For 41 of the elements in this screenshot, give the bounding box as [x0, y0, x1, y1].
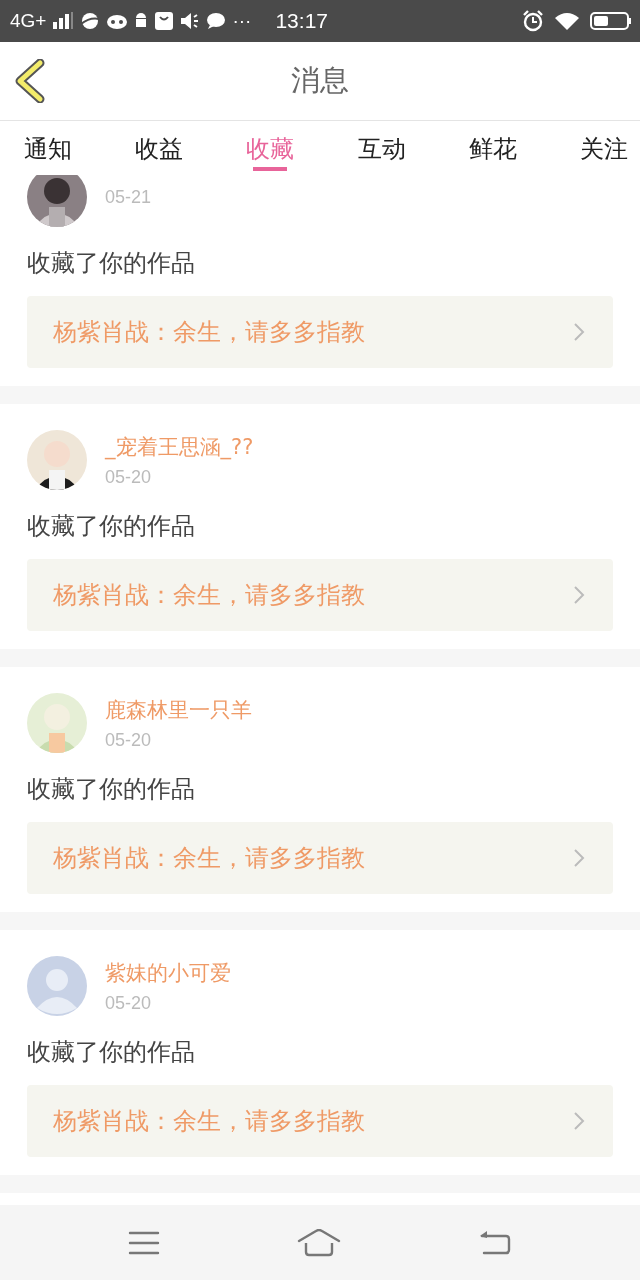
chat-icon	[206, 12, 227, 30]
back-chevron-icon	[14, 59, 46, 103]
action-text: 收藏了你的作品	[27, 774, 196, 805]
more-notifications-label: ···	[232, 10, 252, 32]
message-date: 05-21	[105, 186, 152, 208]
chevron-right-icon	[573, 848, 585, 868]
chevron-right-icon	[573, 1111, 585, 1131]
message-date: 05-20	[105, 729, 153, 751]
category-tab[interactable]: 互动	[357, 121, 406, 175]
category-tab[interactable]: 鲜花	[468, 121, 517, 175]
action-text: 收藏了你的作品	[27, 248, 196, 279]
message-date: 05-20	[105, 466, 153, 488]
default-avatar-icon	[27, 956, 87, 1016]
wifi-icon	[554, 11, 580, 31]
chevron-right-icon	[573, 585, 585, 605]
menu-icon[interactable]	[128, 1230, 161, 1255]
action-text: 收藏了你的作品	[27, 1037, 196, 1068]
planet-icon	[80, 11, 101, 31]
category-tab[interactable]: 通知	[24, 121, 72, 175]
speaker-icon	[180, 12, 201, 30]
page-title: 消息	[291, 62, 349, 99]
chevron-right-icon	[573, 322, 585, 342]
work-link-button[interactable]: 杨紫肖战：余生，请多多指教	[27, 296, 613, 368]
username-link[interactable]: _宠着王思涵_??	[105, 432, 254, 461]
back-button[interactable]	[14, 59, 46, 103]
signal-icon	[52, 12, 75, 30]
work-link-button[interactable]: 杨紫肖战：余生，请多多指教	[27, 822, 613, 894]
battery-icon	[590, 11, 632, 31]
home-icon[interactable]	[297, 1228, 341, 1257]
clock-time: 13:17	[275, 9, 328, 33]
action-text: 收藏了你的作品	[27, 511, 196, 542]
bag-icon	[154, 11, 175, 31]
work-link-button[interactable]: 杨紫肖战：余生，请多多指教	[27, 559, 613, 631]
alarm-icon	[522, 10, 544, 32]
work-link-button[interactable]: 杨紫肖战：余生，请多多指教	[27, 1085, 613, 1157]
username-link[interactable]: 鹿森林里一只羊	[105, 695, 252, 724]
network-label: 4G+	[10, 10, 47, 32]
category-tab[interactable]: 收益	[135, 121, 184, 175]
username-link[interactable]: 紫妹的小可爱	[105, 958, 231, 987]
message-date: 05-20	[105, 992, 153, 1014]
category-tab[interactable]: 关注	[579, 121, 628, 175]
